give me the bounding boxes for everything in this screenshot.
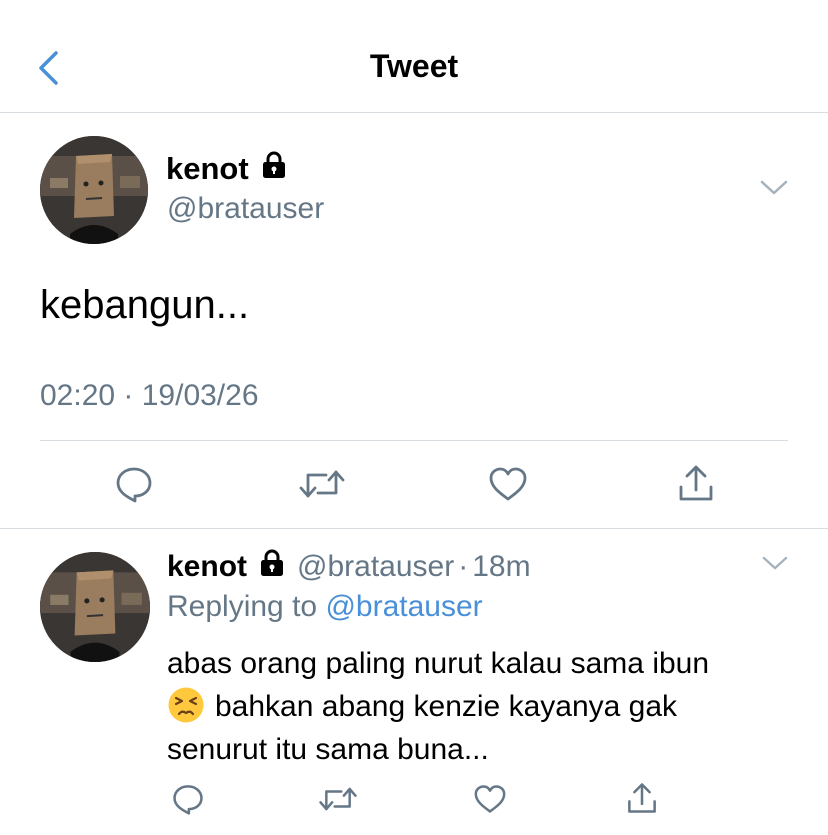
reply-icon <box>173 785 203 815</box>
more-options-button[interactable] <box>760 180 788 201</box>
like-icon <box>489 467 527 501</box>
author-name-text: kenot <box>166 151 249 186</box>
reply-more-options-button[interactable] <box>762 556 788 576</box>
retweet-button[interactable] <box>296 462 348 506</box>
reply-button[interactable] <box>112 462 156 506</box>
reply-text-line: bahkan abang kenzie kayanya gak <box>215 690 678 723</box>
tweet-timestamp: 02:20 · 19/03/26 <box>40 379 259 412</box>
reply-text-line: abas orang paling nurut kalau sama ibun <box>167 647 710 680</box>
reply-text-line: senurut itu sama buna... <box>167 733 489 766</box>
author-handle[interactable]: @bratauser <box>167 192 324 226</box>
like-button[interactable] <box>486 462 530 506</box>
reply-author-name[interactable]: kenot <box>167 548 287 586</box>
reply-time: 18m <box>472 550 531 583</box>
reply-text: abas orang paling nurut kalau sama ibun … <box>167 642 787 771</box>
persevering-face-emoji <box>167 686 205 724</box>
reply-avatar[interactable] <box>40 552 150 662</box>
replying-to-mention[interactable]: @bratauser <box>325 590 482 623</box>
avatar[interactable] <box>40 136 148 244</box>
like-icon <box>474 785 506 813</box>
reply-text-line-with-emoji: bahkan abang kenzie kayanya gak <box>167 685 787 728</box>
divider <box>40 440 788 441</box>
replying-to-label: Replying to <box>167 590 318 623</box>
retweet-icon <box>319 787 357 811</box>
nav-header: Tweet <box>0 0 828 113</box>
reply-like-button[interactable] <box>470 780 510 818</box>
retweet-icon <box>299 470 345 498</box>
lock-icon <box>257 548 287 586</box>
replying-to: Replying to @bratauser <box>167 590 483 624</box>
reply-retweet-button[interactable] <box>316 780 360 818</box>
chevron-down-icon <box>762 556 788 570</box>
reply-share-button[interactable] <box>622 778 662 818</box>
reply-author-handle[interactable]: @bratauser <box>297 550 454 584</box>
share-icon <box>628 783 656 813</box>
tweet-text: kebangun... <box>40 283 250 327</box>
author-name[interactable]: kenot <box>166 150 289 188</box>
share-icon <box>679 465 713 501</box>
divider <box>0 528 828 529</box>
chevron-down-icon <box>760 180 788 195</box>
reply-author-name-text: kenot <box>167 550 248 583</box>
reply-icon <box>116 467 152 503</box>
reply-reply-button[interactable] <box>168 780 208 818</box>
share-button[interactable] <box>674 460 718 506</box>
separator-dot: · <box>458 550 469 583</box>
lock-icon <box>259 150 289 188</box>
reply-header: kenot @bratauser · 18m <box>167 548 531 586</box>
page-title: Tweet <box>369 48 459 84</box>
